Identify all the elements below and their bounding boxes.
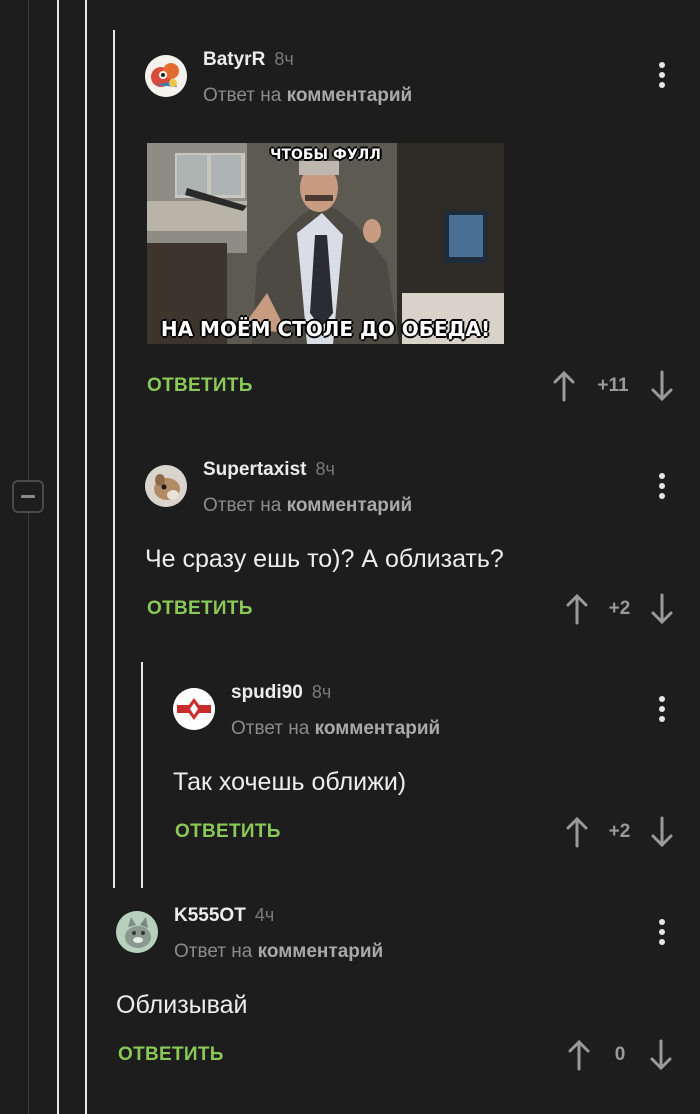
avatar[interactable] bbox=[116, 911, 158, 953]
more-options-icon[interactable] bbox=[659, 919, 665, 949]
minus-icon bbox=[21, 495, 35, 498]
parent-comment-link[interactable]: комментарий bbox=[258, 941, 384, 962]
reply-prefix: Ответ на bbox=[174, 941, 253, 962]
downvote-icon[interactable] bbox=[650, 370, 674, 402]
avatar[interactable] bbox=[173, 688, 215, 730]
vote-controls: +2 bbox=[565, 816, 674, 848]
thread-line bbox=[85, 0, 87, 1114]
thread-line bbox=[113, 30, 115, 888]
author-name[interactable]: K555OT bbox=[174, 905, 246, 926]
comment-time: 8ч bbox=[274, 49, 294, 69]
more-options-icon[interactable] bbox=[659, 696, 665, 726]
reply-prefix: Ответ на bbox=[203, 85, 282, 106]
comment-text: Че сразу ешь то)? А облизать? bbox=[145, 545, 504, 573]
comment-author[interactable]: Supertaxist 8ч bbox=[203, 459, 335, 481]
vote-controls: +2 bbox=[565, 593, 674, 625]
reply-button[interactable]: ОТВЕТИТЬ bbox=[118, 1044, 224, 1066]
thread-line bbox=[57, 0, 59, 1114]
comment-author[interactable]: BatyrR 8ч bbox=[203, 49, 294, 71]
comment-author[interactable]: K555OT 4ч bbox=[174, 905, 274, 927]
comment-time: 8ч bbox=[315, 459, 335, 479]
thread-line bbox=[28, 0, 29, 1114]
upvote-icon[interactable] bbox=[567, 1039, 591, 1071]
reply-button[interactable]: ОТВЕТИТЬ bbox=[175, 821, 281, 843]
comment-time: 8ч bbox=[311, 682, 332, 702]
meme-bottom-caption: НА МОЁМ СТОЛЕ ДО ОБЕДА! bbox=[160, 317, 491, 341]
parent-comment-link[interactable]: комментарий bbox=[287, 85, 413, 106]
comment-text: Облизывай bbox=[116, 991, 248, 1019]
author-name[interactable]: BatyrR bbox=[203, 49, 265, 70]
comment-image[interactable]: ЧТОБЫ ФУЛЛ НА МОЁМ СТОЛЕ ДО ОБЕДА! bbox=[147, 143, 504, 344]
parent-comment-link[interactable]: комментарий bbox=[315, 718, 441, 739]
reply-prefix: Ответ на bbox=[231, 718, 310, 739]
thread-line bbox=[141, 662, 143, 888]
upvote-icon[interactable] bbox=[565, 593, 589, 625]
reply-context: Ответ на комментарий bbox=[174, 941, 383, 963]
more-options-icon[interactable] bbox=[659, 62, 665, 92]
downvote-icon[interactable] bbox=[650, 816, 674, 848]
comment-score: +11 bbox=[597, 375, 629, 396]
reply-button[interactable]: ОТВЕТИТЬ bbox=[147, 598, 253, 620]
avatar[interactable] bbox=[145, 465, 187, 507]
vote-controls: +11 bbox=[552, 370, 674, 402]
author-name[interactable]: spudi90 bbox=[231, 682, 303, 703]
upvote-icon[interactable] bbox=[552, 370, 576, 402]
meme-picture bbox=[147, 143, 504, 344]
comment-text: Так хочешь оближи) bbox=[173, 768, 407, 796]
reply-context: Ответ на комментарий bbox=[231, 718, 440, 740]
vote-controls: 0 bbox=[567, 1039, 673, 1071]
reply-button[interactable]: ОТВЕТИТЬ bbox=[147, 375, 253, 397]
more-options-icon[interactable] bbox=[659, 473, 665, 503]
author-name[interactable]: Supertaxist bbox=[203, 459, 306, 480]
comment-time: 4ч bbox=[254, 905, 275, 925]
reply-prefix: Ответ на bbox=[203, 495, 282, 516]
comment-score: +2 bbox=[608, 598, 631, 619]
comment-score: +2 bbox=[608, 821, 631, 842]
meme-top-caption: ЧТОБЫ ФУЛЛ bbox=[270, 147, 381, 163]
avatar[interactable] bbox=[145, 55, 187, 97]
reply-context: Ответ на комментарий bbox=[203, 495, 412, 517]
comment-author[interactable]: spudi90 8ч bbox=[231, 682, 331, 704]
upvote-icon[interactable] bbox=[565, 816, 589, 848]
downvote-icon[interactable] bbox=[650, 593, 674, 625]
comment-score: 0 bbox=[614, 1044, 626, 1065]
parent-comment-link[interactable]: комментарий bbox=[287, 495, 413, 516]
downvote-icon[interactable] bbox=[649, 1039, 673, 1071]
collapse-thread-button[interactable] bbox=[12, 480, 44, 513]
reply-context: Ответ на комментарий bbox=[203, 85, 412, 107]
